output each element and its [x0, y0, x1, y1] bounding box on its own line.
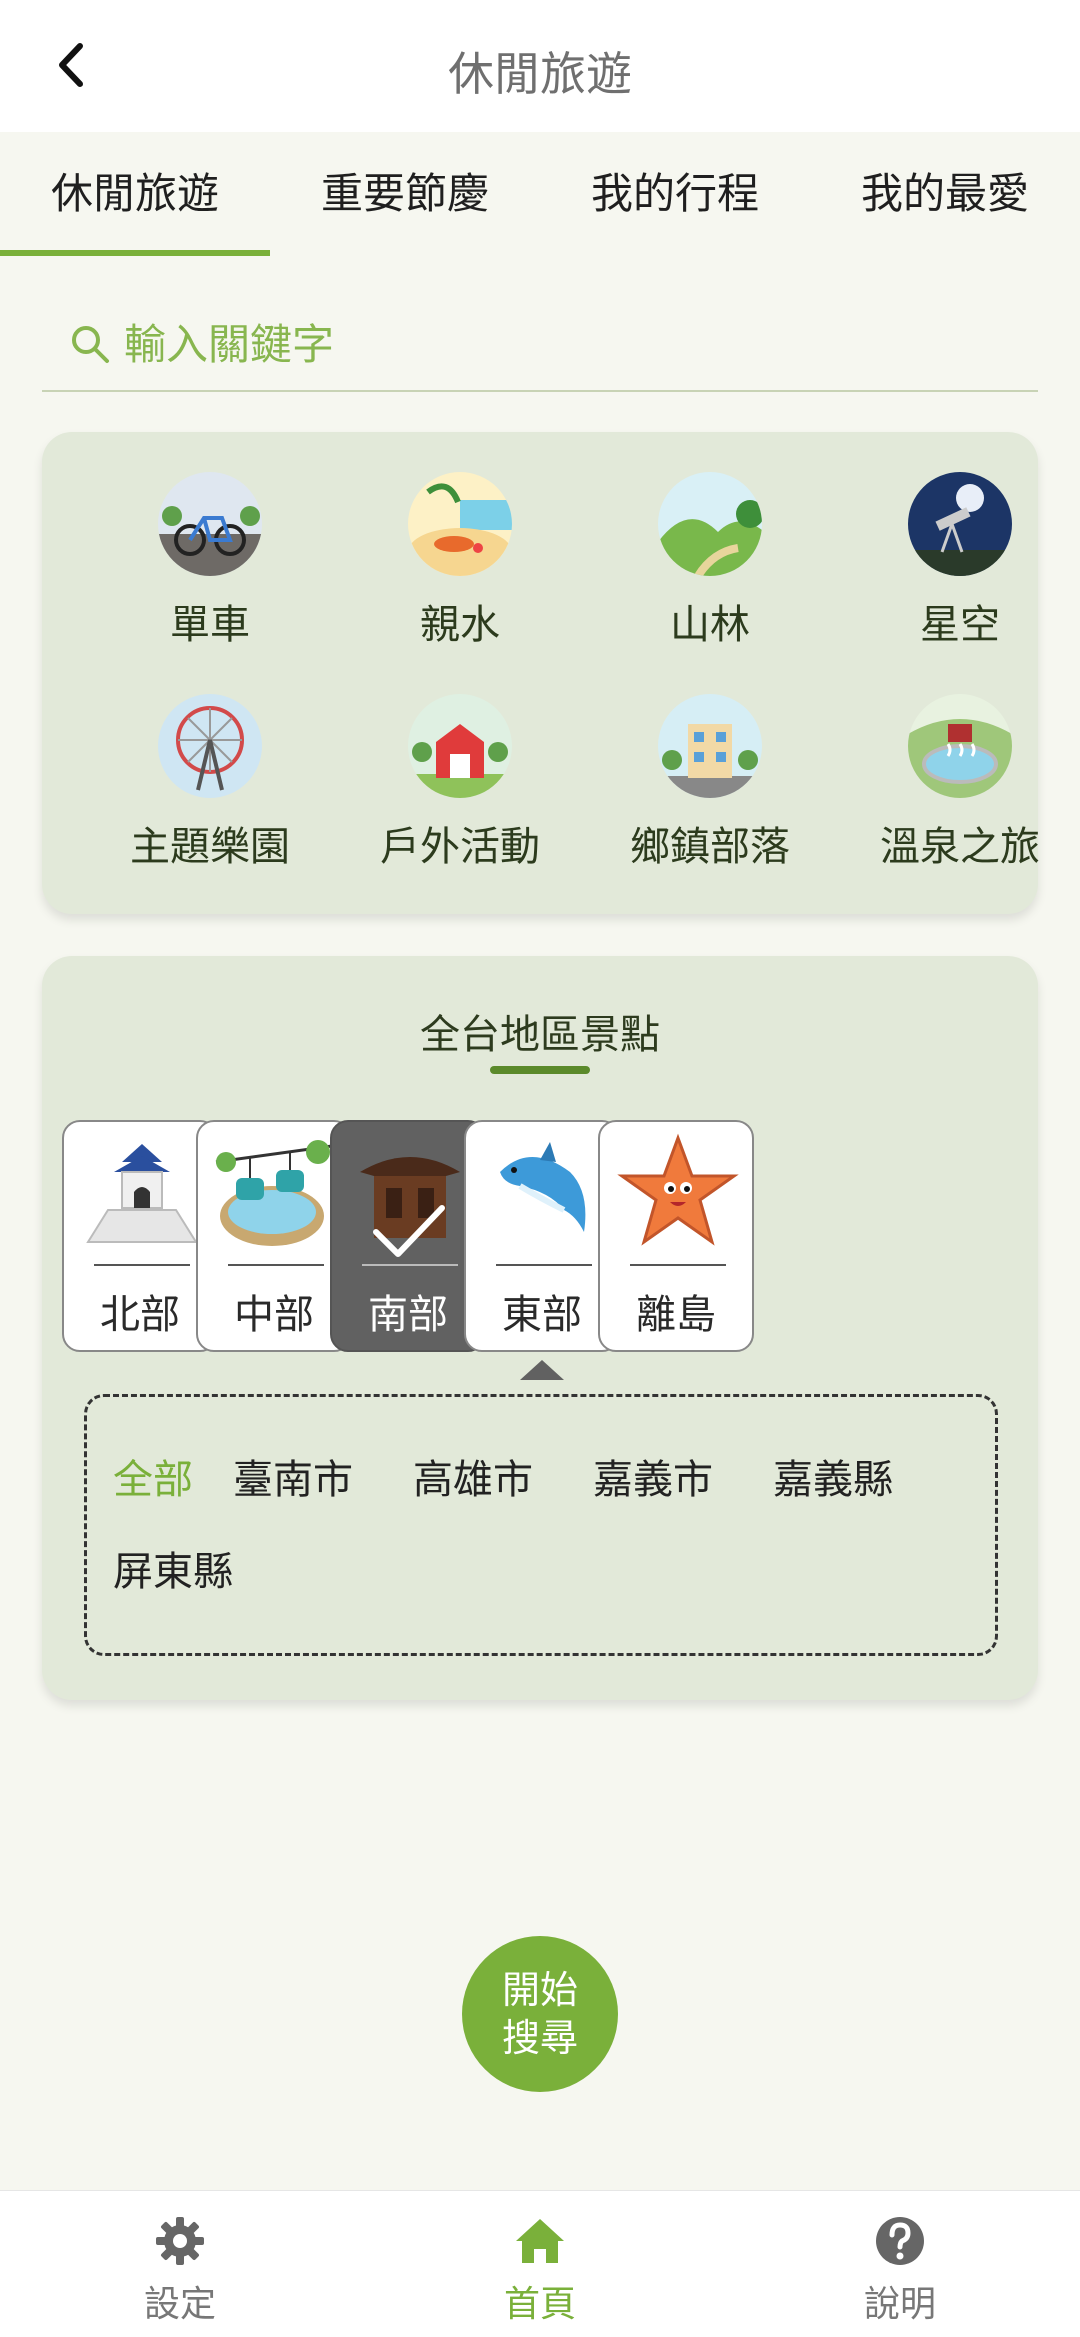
category-label: 單車 — [170, 602, 250, 648]
search-icon — [72, 326, 109, 363]
category-label: 戶外活動 — [380, 824, 540, 870]
start-search-line1: 開始 — [501, 1968, 578, 2012]
region-label: 南部 — [368, 1292, 448, 1338]
tab-leisure-travel[interactable]: 休閒旅遊 — [0, 160, 270, 221]
category-card: 單車 親水 山林 星空 主題樂園 戶外活動 鄉鎮部落 溫泉之旅 — [42, 432, 1040, 914]
starfish-icon — [617, 1133, 739, 1246]
top-bar: 休閒旅遊 — [0, 0, 1080, 132]
dolphin-icon — [500, 1142, 586, 1232]
category-theme-park[interactable]: 主題樂園 — [85, 694, 335, 914]
tab-bar: 休閒旅遊 重要節慶 我的行程 我的最愛 — [0, 132, 1080, 256]
start-search-button[interactable]: 開始 搜尋 — [462, 1936, 618, 2092]
subregion-chiayi-city[interactable]: 嘉義市 — [593, 1447, 713, 1505]
category-label: 山林 — [670, 602, 750, 648]
nav-label: 說明 — [863, 2284, 936, 2325]
memorial-hall-icon — [86, 1144, 198, 1243]
region-central[interactable]: 中部 — [196, 1120, 352, 1352]
subregion-all[interactable]: 全部 — [113, 1447, 193, 1505]
subregion-chiayi-county[interactable]: 嘉義縣 — [773, 1447, 893, 1505]
region-divider — [362, 1264, 458, 1266]
region-divider — [496, 1264, 592, 1266]
ferris-wheel-icon — [158, 694, 262, 798]
region-east[interactable]: 東部 — [464, 1120, 620, 1352]
category-starry-sky[interactable]: 星空 — [835, 472, 1080, 692]
tab-my-itinerary[interactable]: 我的行程 — [540, 160, 810, 221]
region-north[interactable]: 北部 — [62, 1120, 218, 1352]
tab-festivals[interactable]: 重要節慶 — [270, 160, 540, 221]
category-townships[interactable]: 鄉鎮部落 — [585, 694, 835, 914]
gear-icon — [156, 2217, 204, 2265]
region-section-title: 全台地區景點 — [420, 1012, 660, 1058]
tab-my-favorites[interactable]: 我的最愛 — [810, 160, 1080, 221]
checkmark-icon — [373, 1205, 445, 1257]
region-label: 中部 — [234, 1292, 314, 1338]
bicycle-icon — [158, 472, 262, 576]
telescope-icon — [908, 472, 1012, 576]
region-title-underline — [490, 1066, 590, 1074]
category-forest[interactable]: 山林 — [585, 472, 835, 692]
nav-label: 首頁 — [503, 2284, 576, 2325]
nav-home[interactable]: 首頁 — [440, 2213, 640, 2327]
hot-spring-icon — [908, 694, 1012, 798]
home-icon — [516, 2219, 564, 2263]
region-card: 全台地區景點 北部 中部 南部 東部 離島 全部 臺南市 高雄市 嘉義市 嘉義縣… — [42, 956, 1038, 1700]
region-label: 東部 — [502, 1292, 582, 1338]
region-label: 離島 — [636, 1292, 716, 1338]
category-label: 主題樂園 — [130, 824, 290, 870]
region-south[interactable]: 南部 — [330, 1120, 486, 1352]
category-bicycle[interactable]: 單車 — [85, 472, 335, 692]
category-water[interactable]: 親水 — [335, 472, 585, 692]
region-label: 北部 — [100, 1292, 180, 1338]
category-hot-spring[interactable]: 溫泉之旅 — [835, 694, 1080, 914]
nav-help[interactable]: 說明 — [800, 2213, 1000, 2327]
town-icon — [658, 694, 762, 798]
page-title: 休閒旅遊 — [448, 47, 632, 101]
bottom-nav: 設定 首頁 說明 — [0, 2190, 1080, 2337]
nav-label: 設定 — [143, 2284, 216, 2325]
subregion-pingtung[interactable]: 屏東縣 — [113, 1539, 233, 1597]
start-search-line2: 搜尋 — [501, 2016, 578, 2060]
category-label: 親水 — [420, 602, 500, 648]
category-label: 星空 — [920, 602, 1000, 648]
search-bar — [42, 300, 1038, 392]
search-input[interactable] — [124, 314, 924, 374]
region-divider — [630, 1264, 726, 1266]
subregion-kaohsiung[interactable]: 高雄市 — [413, 1447, 533, 1505]
subregion-tainan[interactable]: 臺南市 — [233, 1447, 353, 1505]
subregion-panel: 全部 臺南市 高雄市 嘉義市 嘉義縣 屏東縣 — [84, 1394, 998, 1656]
beach-icon — [408, 472, 512, 576]
barn-icon — [408, 694, 512, 798]
region-divider — [228, 1264, 324, 1266]
cable-car-icon — [215, 1140, 333, 1246]
region-islands[interactable]: 離島 — [598, 1120, 754, 1352]
nav-settings[interactable]: 設定 — [80, 2213, 280, 2327]
region-divider — [94, 1264, 190, 1266]
category-label: 溫泉之旅 — [880, 824, 1040, 870]
category-label: 鄉鎮部落 — [630, 824, 790, 870]
active-tab-indicator — [0, 250, 270, 256]
mountain-icon — [658, 472, 762, 576]
help-icon — [876, 2217, 924, 2265]
category-outdoor[interactable]: 戶外活動 — [335, 694, 585, 914]
selection-pointer — [520, 1360, 564, 1380]
